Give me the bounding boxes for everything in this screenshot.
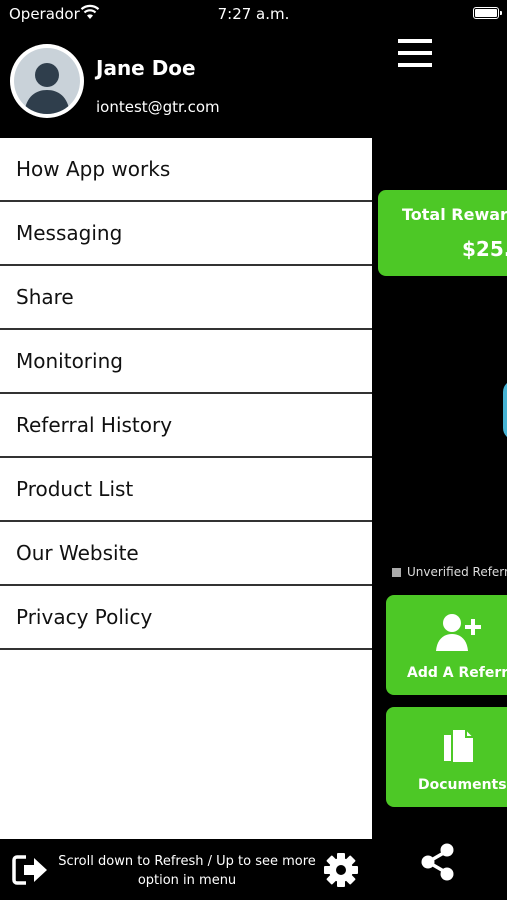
user-email: iontest@gtr.com <box>96 98 220 116</box>
menu-item-privacy-policy[interactable]: Privacy Policy <box>0 586 372 650</box>
chart-legend: Unverified Referr <box>392 565 507 579</box>
battery-icon <box>473 7 502 19</box>
legend-swatch <box>392 568 401 577</box>
menu-item-monitoring[interactable]: Monitoring <box>0 330 372 394</box>
add-referral-label: Add A Referra <box>407 665 507 681</box>
documents-icon <box>442 727 476 771</box>
gear-icon[interactable] <box>322 851 360 893</box>
share-icon[interactable] <box>420 843 456 885</box>
total-rewards-title: Total Rewar <box>402 205 507 224</box>
documents-button[interactable]: Documents <box>386 707 507 807</box>
menu-item-our-website[interactable]: Our Website <box>0 522 372 586</box>
menu-item-messaging[interactable]: Messaging <box>0 202 372 266</box>
total-rewards-amount: $25. <box>462 237 507 261</box>
status-bar: Operador 7:27 a.m. <box>0 0 507 28</box>
chart-arc <box>503 380 507 440</box>
logout-icon[interactable] <box>12 854 50 890</box>
total-rewards-card: Total Rewar $25. <box>378 190 507 276</box>
menu-item-product-list[interactable]: Product List <box>0 458 372 522</box>
status-time: 7:27 a.m. <box>217 5 290 23</box>
drawer-menu: How App works Messaging Share Monitoring… <box>0 138 372 839</box>
menu-item-share[interactable]: Share <box>0 266 372 330</box>
menu-item-how-app-works[interactable]: How App works <box>0 138 372 202</box>
user-name: Jane Doe <box>96 56 196 80</box>
documents-label: Documents <box>418 777 507 793</box>
drawer-footer: Scroll down to Refresh / Up to see more … <box>0 839 372 900</box>
add-referral-button[interactable]: Add A Referra <box>386 595 507 695</box>
hamburger-menu-icon[interactable] <box>398 38 432 72</box>
menu-item-referral-history[interactable]: Referral History <box>0 394 372 458</box>
legend-label: Unverified Referr <box>407 565 507 579</box>
footer-hint: Scroll down to Refresh / Up to see more … <box>58 854 316 888</box>
avatar[interactable] <box>10 44 84 118</box>
add-user-icon <box>436 613 484 657</box>
user-silhouette-icon <box>14 48 80 114</box>
